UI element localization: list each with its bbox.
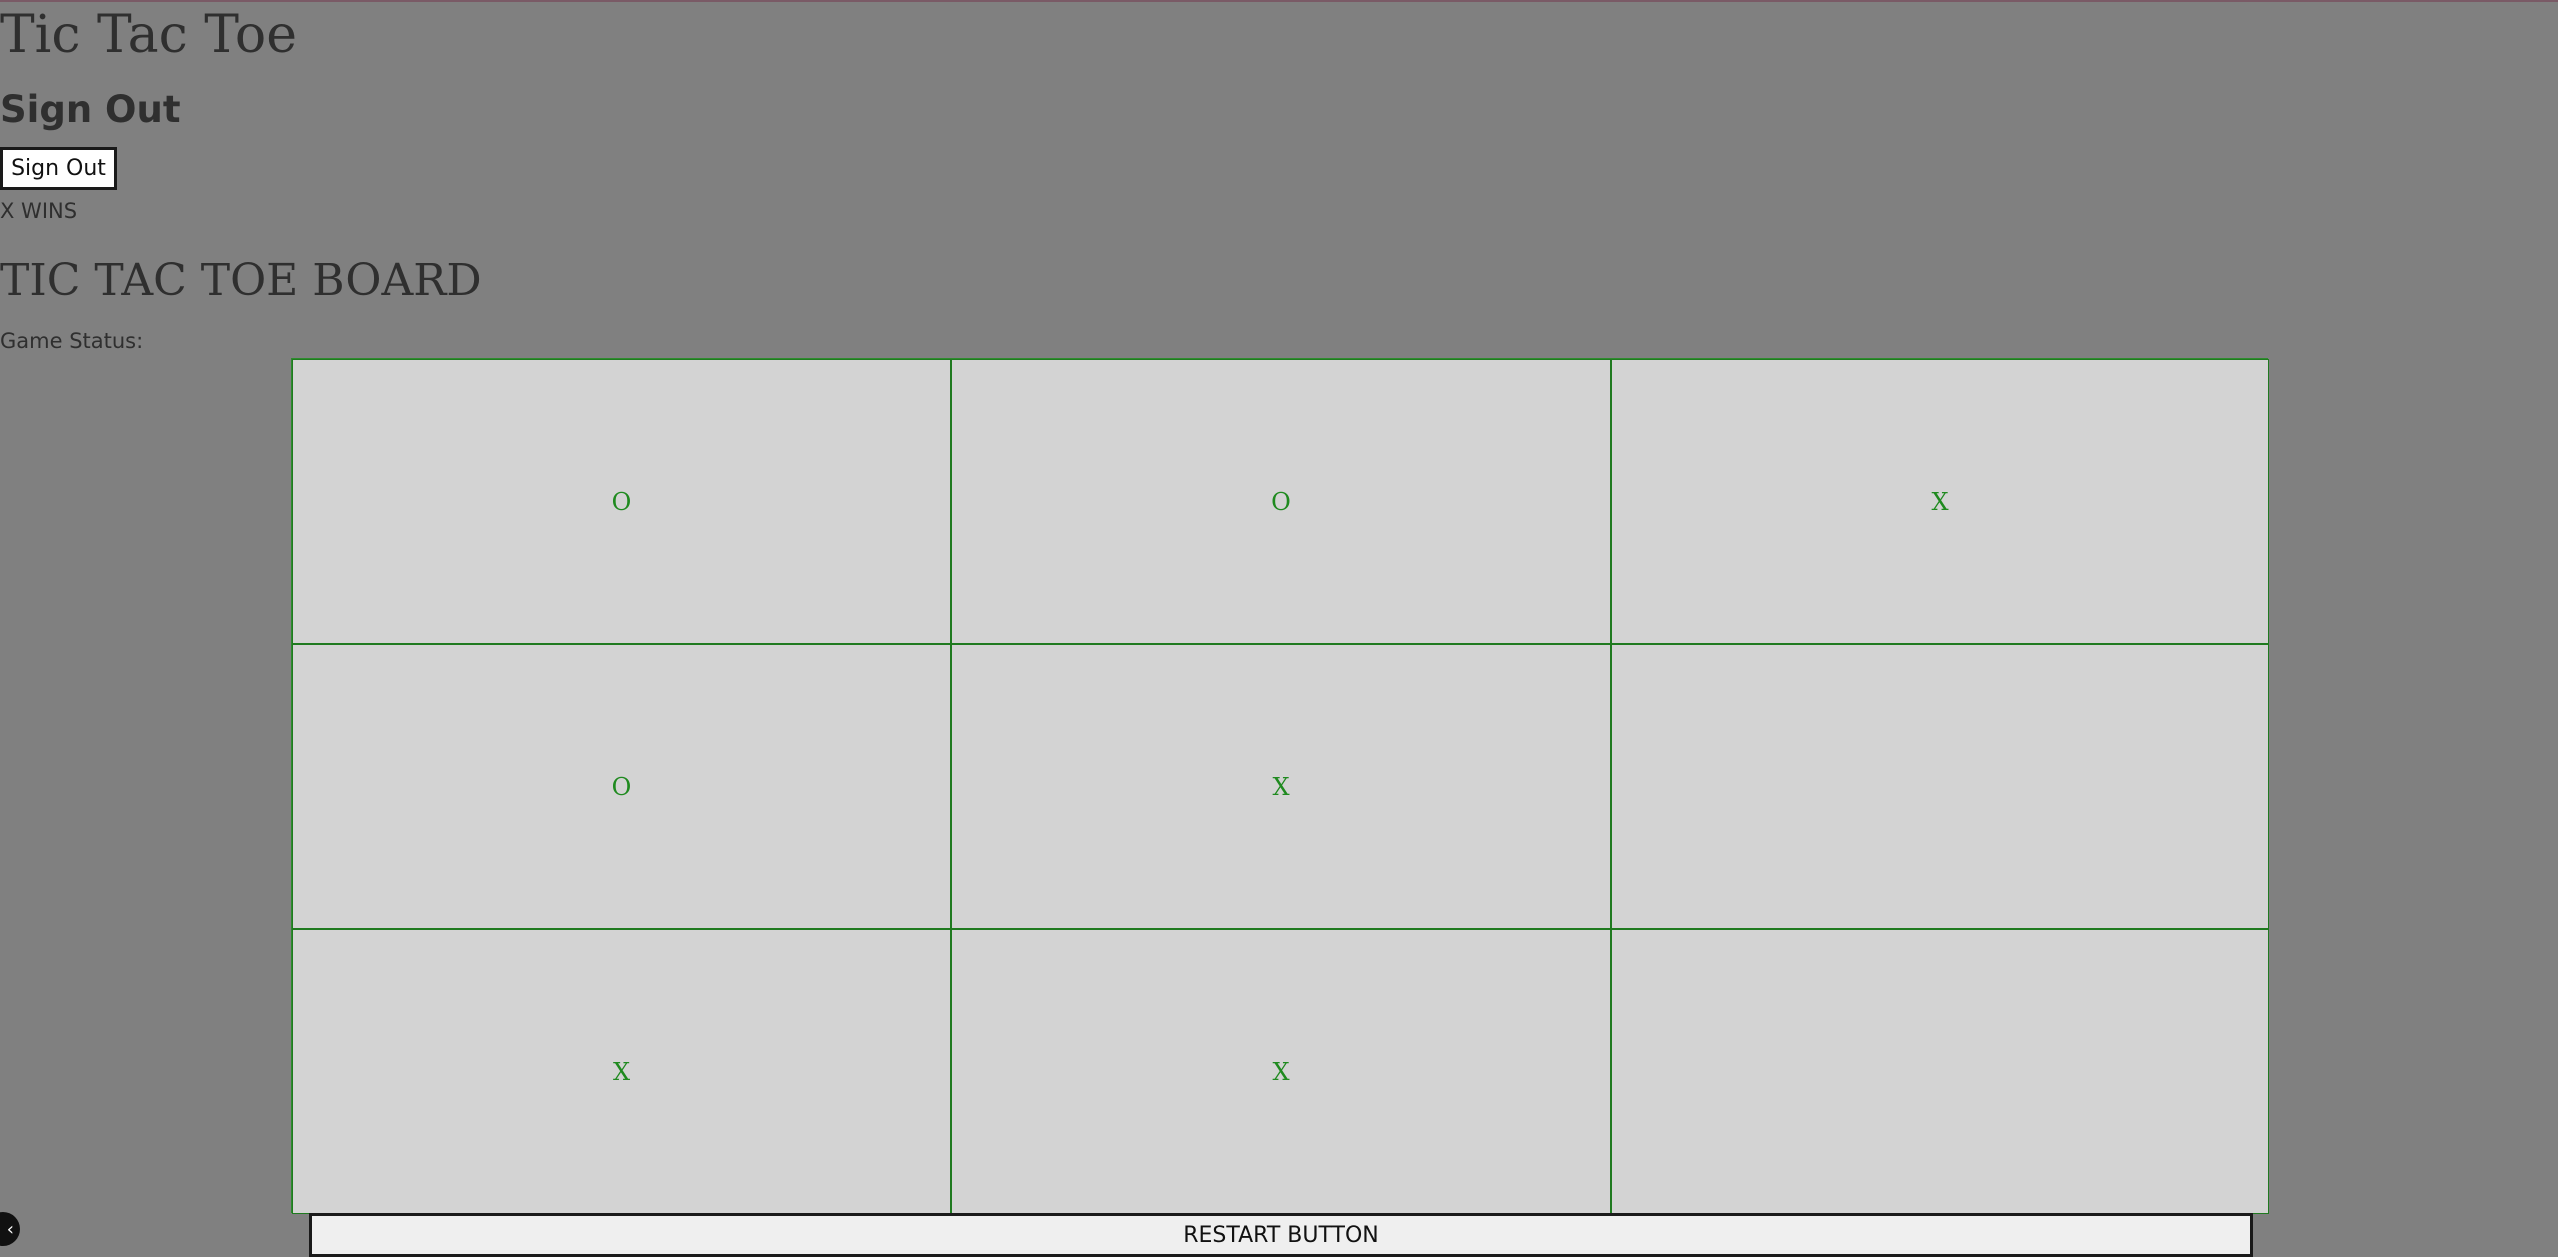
- board-cell-6[interactable]: [1611, 644, 2269, 929]
- app-title: Tic Tac Toe: [0, 5, 297, 65]
- board-cell-5[interactable]: X: [951, 644, 1611, 929]
- board-cell-1[interactable]: O: [292, 359, 951, 644]
- game-status-label: Game Status:: [0, 329, 144, 353]
- top-border-line: [0, 0, 2558, 2]
- board-cell-8[interactable]: X: [951, 929, 1611, 1214]
- board-cell-4[interactable]: O: [292, 644, 951, 929]
- restart-button[interactable]: RESTART BUTTON: [309, 1213, 2253, 1257]
- board-cell-9[interactable]: [1611, 929, 2269, 1214]
- signout-button[interactable]: Sign Out: [0, 147, 117, 190]
- board-cell-7[interactable]: X: [292, 929, 951, 1214]
- signout-section-title: Sign Out: [0, 88, 181, 131]
- board-cell-3[interactable]: X: [1611, 359, 2269, 644]
- win-message: X WINS: [0, 199, 78, 223]
- game-board: O O X O X X X: [291, 358, 2269, 1214]
- board-cell-2[interactable]: O: [951, 359, 1611, 644]
- chevron-left-icon[interactable]: ‹: [0, 1212, 20, 1246]
- board-title: TIC TAC TOE BOARD: [0, 255, 482, 306]
